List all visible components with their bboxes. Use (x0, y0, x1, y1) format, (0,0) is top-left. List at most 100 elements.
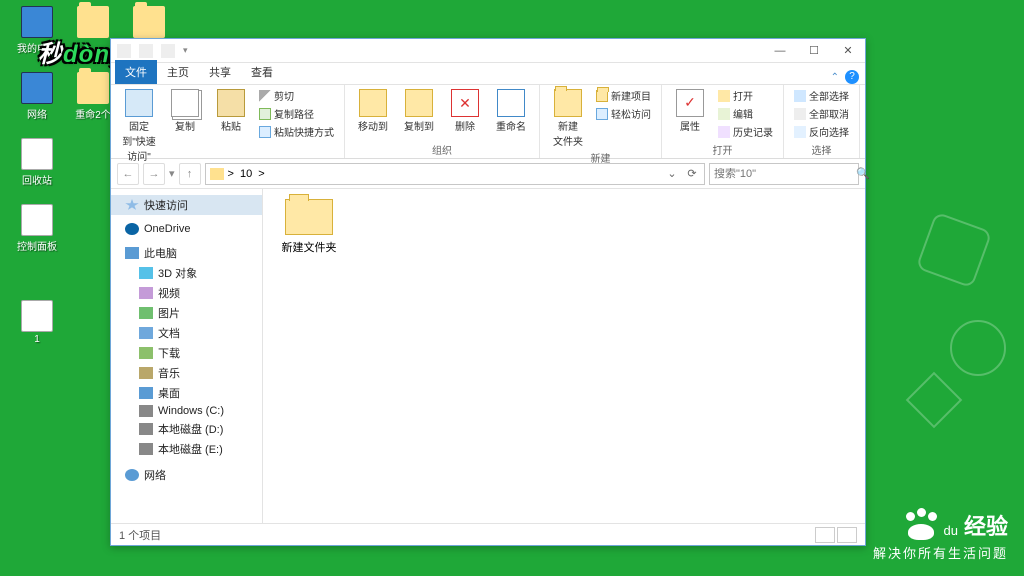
tab-home[interactable]: 主页 (157, 60, 199, 84)
paste-shortcut-button[interactable]: 粘贴快捷方式 (257, 123, 336, 140)
breadcrumb[interactable]: > 10 > ⌄ ⟳ (205, 163, 705, 185)
maximize-button[interactable]: ☐ (797, 40, 831, 62)
copyto-button[interactable]: 复制到 (399, 87, 439, 133)
edit-button[interactable]: 编辑 (716, 105, 775, 122)
nav-drive-e[interactable]: 本地磁盘 (E:) (111, 439, 262, 459)
desktop-icon-network[interactable]: 网络 (12, 72, 62, 121)
newitem-button[interactable]: 新建项目 (594, 87, 653, 104)
qat-newfolder-icon[interactable] (161, 44, 175, 58)
label: 回收站 (12, 172, 62, 187)
desktop-icon-folder3[interactable] (124, 6, 174, 40)
star-icon (125, 199, 139, 211)
selectnone-button[interactable]: 全部取消 (792, 105, 851, 122)
quick-access-toolbar: ▾ (111, 44, 194, 58)
nav-music[interactable]: 音乐 (111, 363, 262, 383)
nav-onedrive[interactable]: OneDrive (111, 221, 262, 237)
address-dropdown-icon[interactable]: ⌄ (664, 167, 680, 180)
new-icon (596, 90, 608, 102)
desktop-icon-folder1[interactable] (68, 6, 118, 40)
selectall-button[interactable]: 全部选择 (792, 87, 851, 104)
ribbon-group-select: 全部选择 全部取消 反向选择 选择 (784, 85, 860, 158)
nav-documents[interactable]: 文档 (111, 323, 262, 343)
download-icon (139, 347, 153, 359)
selectall-icon (794, 90, 806, 102)
view-icons-button[interactable] (837, 527, 857, 543)
nav-drive-c[interactable]: Windows (C:) (111, 403, 262, 419)
nav-downloads[interactable]: 下载 (111, 343, 262, 363)
forward-button[interactable]: → (143, 163, 165, 185)
folder-item[interactable]: 新建文件夹 (273, 199, 345, 255)
easyaccess-button[interactable]: 轻松访问 (594, 105, 653, 122)
qat-dropdown-icon[interactable]: ▾ (183, 45, 188, 56)
copy-button[interactable]: 复制 (165, 87, 205, 133)
edit-icon (718, 108, 730, 120)
desktop-icon-mycomputer[interactable]: 我的电脑 (12, 6, 62, 55)
ribbon-group-open: 属性 打开 编辑 历史记录 打开 (662, 85, 784, 158)
cut-button[interactable]: 剪切 (257, 87, 336, 104)
breadcrumb-root[interactable]: 10 (238, 168, 254, 180)
pc-icon (125, 247, 139, 259)
search-icon[interactable]: 🔍 (856, 167, 870, 180)
up-button[interactable]: ↑ (179, 163, 201, 185)
qat-properties-icon[interactable] (139, 44, 153, 58)
history-button[interactable]: 历史记录 (716, 123, 775, 140)
invert-icon (794, 126, 806, 138)
refresh-button[interactable]: ⟳ (684, 167, 700, 180)
paste-button[interactable]: 粘贴 (211, 87, 251, 133)
delete-button[interactable]: 删除 (445, 87, 485, 133)
rename-button[interactable]: 重命名 (491, 87, 531, 133)
close-button[interactable]: ✕ (831, 40, 865, 62)
help-icon[interactable]: ? (845, 70, 859, 84)
nav-thispc[interactable]: 此电脑 (111, 243, 262, 263)
view-details-button[interactable] (815, 527, 835, 543)
nav-videos[interactable]: 视频 (111, 283, 262, 303)
breadcrumb-sep: > (228, 168, 234, 180)
copypath-button[interactable]: 复制路径 (257, 105, 336, 122)
status-bar: 1 个项目 (111, 523, 865, 545)
nav-network[interactable]: 网络 (111, 465, 262, 485)
label: 1 (12, 334, 62, 345)
desktop-icon-trash2[interactable]: 1 (12, 300, 62, 345)
minimize-button[interactable]: — (763, 40, 797, 62)
nav-quickaccess[interactable]: 快速访问 (111, 195, 262, 215)
tab-file[interactable]: 文件 (115, 60, 157, 84)
group-label: 选择 (792, 140, 851, 158)
nav-drive-d[interactable]: 本地磁盘 (D:) (111, 419, 262, 439)
nav-desktop[interactable]: 桌面 (111, 383, 262, 403)
search-box[interactable]: 🔍 (709, 163, 859, 185)
label: 控制面板 (12, 238, 62, 253)
desktop-icon-recyclebin[interactable]: 回收站 (12, 138, 62, 187)
invertselect-button[interactable]: 反向选择 (792, 123, 851, 140)
nav-tree[interactable]: 快速访问 OneDrive 此电脑 3D 对象 视频 图片 文档 下载 音乐 桌… (111, 189, 263, 523)
back-button[interactable]: ← (117, 163, 139, 185)
group-label: 打开 (670, 140, 775, 158)
collapse-ribbon-icon[interactable]: ⌃ (831, 72, 839, 83)
file-pane[interactable]: 新建文件夹 (263, 189, 865, 523)
brand-big: 经验 (964, 509, 1008, 541)
nav-pictures[interactable]: 图片 (111, 303, 262, 323)
recent-dropdown-icon[interactable]: ▾ (169, 167, 175, 180)
folder-icon (285, 199, 333, 235)
open-icon (718, 90, 730, 102)
nav-3dobjects[interactable]: 3D 对象 (111, 263, 262, 283)
search-input[interactable] (714, 168, 856, 180)
desktop-icon-controlpanel[interactable]: 控制面板 (12, 204, 62, 253)
group-label: 组织 (353, 140, 531, 158)
address-bar: ← → ▾ ↑ > 10 > ⌄ ⟳ 🔍 (111, 159, 865, 189)
cube-icon (139, 267, 153, 279)
item-count: 1 个项目 (119, 527, 161, 543)
open-button[interactable]: 打开 (716, 87, 775, 104)
disk-icon (139, 405, 153, 417)
brand-small: du (944, 523, 958, 538)
tab-share[interactable]: 共享 (199, 60, 241, 84)
properties-button[interactable]: 属性 (670, 87, 710, 133)
ribbon-group-new: 新建 文件夹 新建项目 轻松访问 新建 (540, 85, 662, 158)
newfolder-button[interactable]: 新建 文件夹 (548, 87, 588, 148)
doc-icon (139, 327, 153, 339)
folder-label: 新建文件夹 (273, 239, 345, 255)
tab-view[interactable]: 查看 (241, 60, 283, 84)
pin-quickaccess-button[interactable]: 固定到"快速访问" (119, 87, 159, 163)
ribbon-tabs: 文件 主页 共享 查看 ⌃ ? (111, 63, 865, 85)
moveto-button[interactable]: 移动到 (353, 87, 393, 133)
easy-icon (596, 108, 608, 120)
